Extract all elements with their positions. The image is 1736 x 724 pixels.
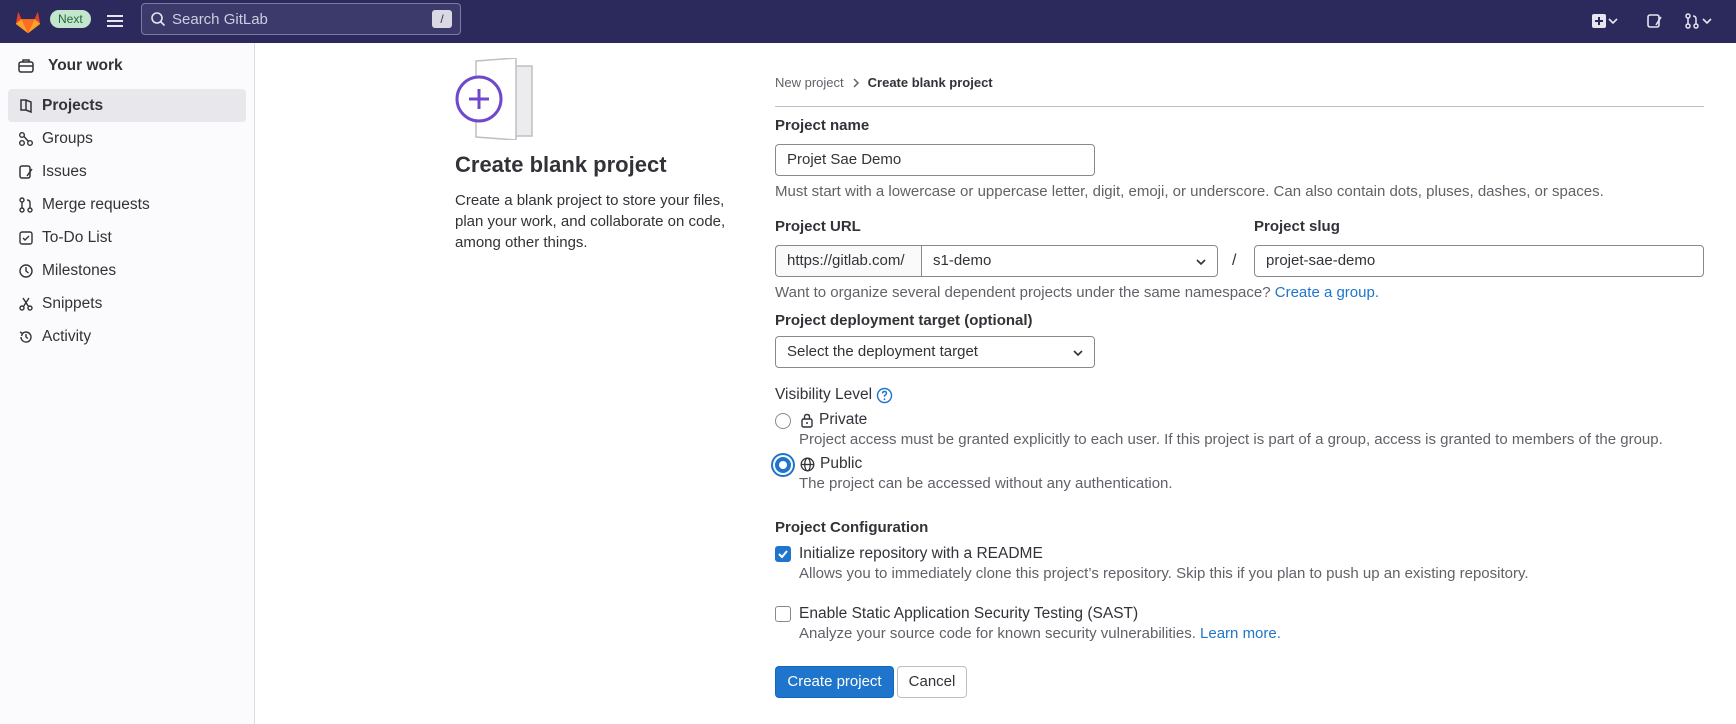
cancel-button[interactable]: Cancel	[897, 666, 967, 698]
sast-checkbox[interactable]	[775, 606, 791, 622]
blank-project-illustration	[455, 58, 533, 140]
lock-icon	[801, 413, 813, 428]
project-url-label: Project URL	[775, 218, 861, 235]
sidebar-item-issues[interactable]: Issues	[8, 155, 246, 188]
visibility-public-label: Public	[820, 455, 863, 472]
issues-button[interactable]	[1646, 10, 1662, 32]
visibility-private-help: Project access must be granted explicitl…	[799, 431, 1663, 448]
sidebar-item-label: To-Do List	[42, 228, 112, 246]
readme-help: Allows you to immediately clone this pro…	[799, 565, 1529, 582]
project-slug-label: Project slug	[1254, 218, 1340, 235]
sast-label[interactable]: Enable Static Application Security Testi…	[799, 605, 1138, 623]
group-icon	[19, 131, 33, 146]
sidebar-item-label: Groups	[42, 129, 93, 147]
sidebar-item-label: Projects	[42, 96, 104, 114]
sidebar-item-label: Merge requests	[42, 195, 150, 213]
project-configuration-label: Project Configuration	[775, 519, 929, 536]
readme-checkbox[interactable]	[775, 546, 791, 562]
visibility-private-label: Private	[819, 411, 868, 428]
project-name-help: Must start with a lowercase or uppercase…	[775, 183, 1604, 200]
sidebar-context-label: Your work	[48, 57, 123, 74]
search-placeholder: Search GitLab	[172, 10, 268, 28]
create-group-link[interactable]: Create a group.	[1275, 284, 1379, 301]
sidebar-item-label: Issues	[42, 162, 87, 180]
globe-icon	[800, 457, 815, 471]
deployment-target-value: Select the deployment target	[787, 343, 978, 360]
sidebar-item-todo-list[interactable]: To-Do List	[8, 221, 246, 254]
chevron-down-icon	[1608, 18, 1618, 25]
sidebar-context-header[interactable]: Your work	[18, 57, 123, 75]
search-input[interactable]: Search GitLab /	[141, 3, 461, 35]
project-url-prefix: https://gitlab.com/	[775, 245, 922, 277]
readme-label[interactable]: Initialize repository with a README	[799, 545, 1043, 563]
visibility-public-option[interactable]: Public	[800, 455, 862, 473]
todo-icon	[19, 230, 33, 245]
sidebar-item-milestones[interactable]: Milestones	[8, 254, 246, 287]
visibility-public-radio[interactable]	[775, 457, 791, 473]
visibility-public-help: The project can be accessed without any …	[799, 475, 1173, 492]
hamburger-menu-icon[interactable]	[104, 10, 126, 32]
merge-request-icon	[19, 196, 33, 213]
check-icon	[778, 550, 788, 559]
sidebar-item-label: Milestones	[42, 261, 117, 279]
namespace-help: Want to organize several dependent proje…	[775, 284, 1379, 301]
search-icon	[151, 12, 166, 27]
namespace-value: s1-demo	[933, 252, 992, 269]
sidebar-item-snippets[interactable]: Snippets	[8, 287, 246, 320]
project-name-input[interactable]: Projet Sae Demo	[775, 144, 1095, 176]
visibility-level-heading: Visibility Level	[775, 386, 893, 404]
question-circle-icon[interactable]	[876, 387, 893, 404]
snippet-icon	[19, 297, 33, 311]
sidebar-nav: Projects Groups Issues Merge requests To…	[8, 89, 246, 353]
briefcase-icon	[18, 59, 34, 73]
chevron-down-icon	[1196, 259, 1206, 266]
sidebar-item-activity[interactable]: Activity	[8, 320, 246, 353]
visibility-private-radio[interactable]	[775, 413, 791, 429]
sidebar-item-label: Activity	[42, 327, 92, 345]
breadcrumb-current[interactable]: Create blank project	[868, 75, 993, 90]
sidebar-item-projects[interactable]: Projects	[8, 89, 246, 122]
page-title: Create blank project	[455, 152, 667, 177]
merge-requests-button[interactable]	[1684, 10, 1712, 32]
clock-icon	[19, 263, 33, 278]
chevron-down-icon	[1702, 18, 1712, 25]
namespace-help-text: Want to organize several dependent proje…	[775, 284, 1271, 301]
next-badge[interactable]: Next	[50, 10, 91, 28]
gitlab-logo-icon[interactable]	[13, 6, 43, 36]
breadcrumb-new-project[interactable]: New project	[775, 75, 844, 90]
chevron-right-icon	[853, 77, 859, 88]
project-icon	[20, 98, 32, 113]
sidebar: Your work Projects Groups Issues Merge r…	[0, 43, 255, 724]
sast-help-text: Analyze your source code for known secur…	[799, 625, 1196, 642]
history-icon	[19, 330, 32, 343]
deployment-target-select[interactable]: Select the deployment target	[775, 336, 1095, 368]
url-slash-separator: /	[1232, 252, 1237, 269]
breadcrumb: New project Create blank project	[775, 75, 993, 90]
issues-icon	[1647, 14, 1662, 28]
sidebar-item-groups[interactable]: Groups	[8, 122, 246, 155]
create-project-button[interactable]: Create project	[775, 666, 894, 698]
top-bar: Next Search GitLab /	[0, 0, 1736, 43]
visibility-private-option[interactable]: Private	[800, 411, 867, 429]
learn-more-link[interactable]: Learn more.	[1200, 625, 1281, 642]
breadcrumb-divider	[775, 106, 1704, 107]
merge-request-icon	[1685, 13, 1699, 29]
create-new-button[interactable]	[1592, 10, 1618, 32]
plus-square-icon	[1592, 14, 1606, 28]
namespace-dropdown[interactable]: s1-demo	[921, 245, 1218, 277]
project-name-label: Project name	[775, 117, 870, 134]
page-description: Create a blank project to store your fil…	[455, 192, 726, 251]
visibility-level-label: Visibility Level	[775, 386, 873, 403]
sast-help: Analyze your source code for known secur…	[799, 625, 1281, 642]
search-shortcut-key: /	[432, 10, 452, 28]
sidebar-item-label: Snippets	[42, 294, 103, 312]
issues-icon	[19, 164, 33, 179]
sidebar-item-merge-requests[interactable]: Merge requests	[8, 188, 246, 221]
deployment-target-label: Project deployment target (optional)	[775, 312, 1033, 329]
project-slug-input[interactable]: projet-sae-demo	[1254, 245, 1704, 277]
chevron-down-icon	[1073, 350, 1083, 357]
